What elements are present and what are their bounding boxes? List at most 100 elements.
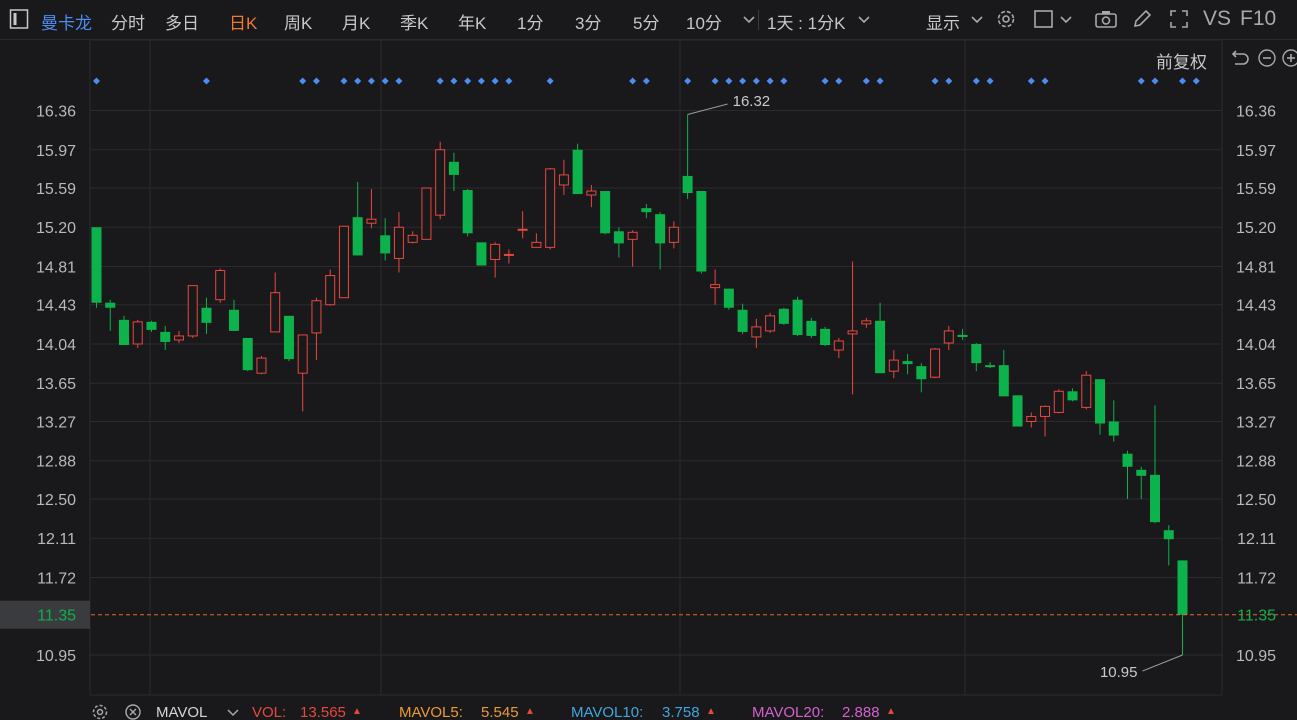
divider [758, 10, 759, 30]
chevron-down-icon[interactable] [738, 8, 760, 30]
event-marker-icon [299, 77, 307, 85]
candle-body [586, 190, 597, 196]
adjust-mode-button[interactable]: 前复权 [1156, 48, 1207, 73]
candle [558, 159, 569, 196]
interval-select[interactable]: 1天 : 1分K [767, 9, 845, 34]
y-tick-label-right: 15.97 [1236, 143, 1276, 160]
candle [737, 303, 748, 334]
candle-body [118, 319, 129, 346]
candle-body [1012, 395, 1023, 427]
settings-icon[interactable] [90, 702, 110, 720]
y-tick-label-right: 12.50 [1236, 492, 1276, 509]
period-tab[interactable]: 周K [284, 9, 312, 34]
candle-body [421, 187, 432, 240]
collapse-icon[interactable] [8, 8, 30, 30]
y-tick-label-right: 13.27 [1236, 414, 1276, 431]
candle-body [545, 168, 556, 248]
candle [1108, 400, 1119, 442]
candle [833, 337, 844, 359]
candle-body [105, 302, 116, 308]
stock-name: 曼卡龙 [41, 14, 92, 33]
candle [861, 317, 872, 328]
event-marker-icon [876, 77, 884, 85]
period-tab[interactable]: 年K [458, 9, 486, 34]
checkbox-icon[interactable] [1033, 8, 1055, 30]
candle [242, 337, 253, 372]
candle-body [448, 161, 459, 175]
candle-body [916, 366, 927, 380]
chevron-down-icon[interactable] [966, 8, 988, 30]
y-tick-label-right: 14.04 [1236, 337, 1276, 354]
candle [283, 315, 294, 362]
event-marker-icon [752, 77, 760, 85]
candle-body [256, 357, 267, 374]
event-marker-icon [1151, 77, 1159, 85]
up-arrow-icon: ▲ [525, 706, 535, 717]
candle [1026, 412, 1037, 428]
y-tick-label-right: 16.36 [1236, 104, 1276, 121]
event-marker-icon [93, 77, 100, 85]
candle [132, 319, 143, 349]
camera-icon[interactable] [1094, 8, 1117, 30]
candle-body [187, 285, 198, 337]
chevron-down-icon[interactable] [226, 702, 240, 720]
y-tick-label-left: 10.95 [36, 648, 76, 665]
y-tick-label-right: 12.11 [1237, 531, 1276, 548]
candle-body [228, 309, 239, 331]
toolbar: 曼卡龙 分时 多日 日K 周K 月K 季K 年K 1分 3分 5分 10分 1天… [0, 0, 1297, 40]
event-marker-icon [395, 77, 403, 85]
candle [91, 227, 102, 308]
chevron-down-icon[interactable] [1055, 8, 1077, 30]
candle [462, 189, 473, 237]
period-tab[interactable]: 1分 [517, 9, 543, 34]
indicator-selector[interactable]: MAVOL [156, 704, 207, 720]
y-tick-label-left: 12.11 [37, 531, 76, 548]
candle-body [380, 235, 391, 254]
event-marker-icon [464, 77, 472, 85]
candle-body [985, 365, 996, 368]
pencil-icon[interactable] [1131, 8, 1153, 30]
event-marker-icon [340, 77, 348, 85]
mavol10-label: MAVOL10: [571, 704, 644, 720]
f10-button[interactable]: F10 [1240, 7, 1276, 31]
chevron-down-icon[interactable] [853, 8, 875, 30]
candle [600, 191, 611, 235]
candle-body [943, 330, 954, 344]
period-tab[interactable]: 10分 [686, 9, 722, 34]
candle [173, 330, 184, 343]
candlestick-chart[interactable]: 16.36 16.36 15.97 15.97 15.59 15.59 15.20 15.20… [0, 40, 1297, 700]
candle [118, 315, 129, 346]
candle-body [517, 228, 528, 231]
period-tab[interactable]: 3分 [575, 9, 601, 34]
candle [710, 269, 721, 305]
candle-body [366, 218, 377, 224]
y-tick-label-left: 15.59 [36, 181, 76, 198]
candle-body [930, 348, 941, 378]
period-tab[interactable]: 5分 [633, 9, 659, 34]
candle-body [1053, 390, 1064, 413]
zoom-in-icon[interactable] [1280, 47, 1297, 69]
candle-body [338, 225, 349, 299]
undo-icon[interactable] [1227, 47, 1249, 69]
min-pointer [1142, 654, 1183, 672]
event-marker-icon [821, 77, 829, 85]
event-markers[interactable] [93, 77, 1200, 85]
candle [572, 143, 583, 195]
y-tick-label-right: 15.20 [1236, 220, 1276, 237]
candle-body [600, 191, 611, 234]
event-marker-icon [381, 77, 389, 85]
event-marker-icon [835, 77, 843, 85]
fullscreen-icon[interactable] [1168, 8, 1190, 30]
candle-body [490, 243, 501, 260]
vs-button[interactable]: VS [1203, 7, 1231, 31]
period-tab[interactable]: 多日 [165, 9, 199, 34]
settings-icon[interactable] [995, 8, 1017, 30]
period-tab-active[interactable]: 日K [229, 9, 257, 34]
period-tab[interactable]: 季K [400, 9, 428, 34]
period-tab[interactable]: 分时 [111, 9, 145, 34]
period-tab[interactable]: 月K [342, 9, 370, 34]
display-button[interactable]: 显示 [926, 9, 960, 34]
candle [1122, 450, 1133, 499]
close-icon[interactable] [123, 702, 143, 720]
zoom-out-icon[interactable] [1256, 47, 1278, 69]
